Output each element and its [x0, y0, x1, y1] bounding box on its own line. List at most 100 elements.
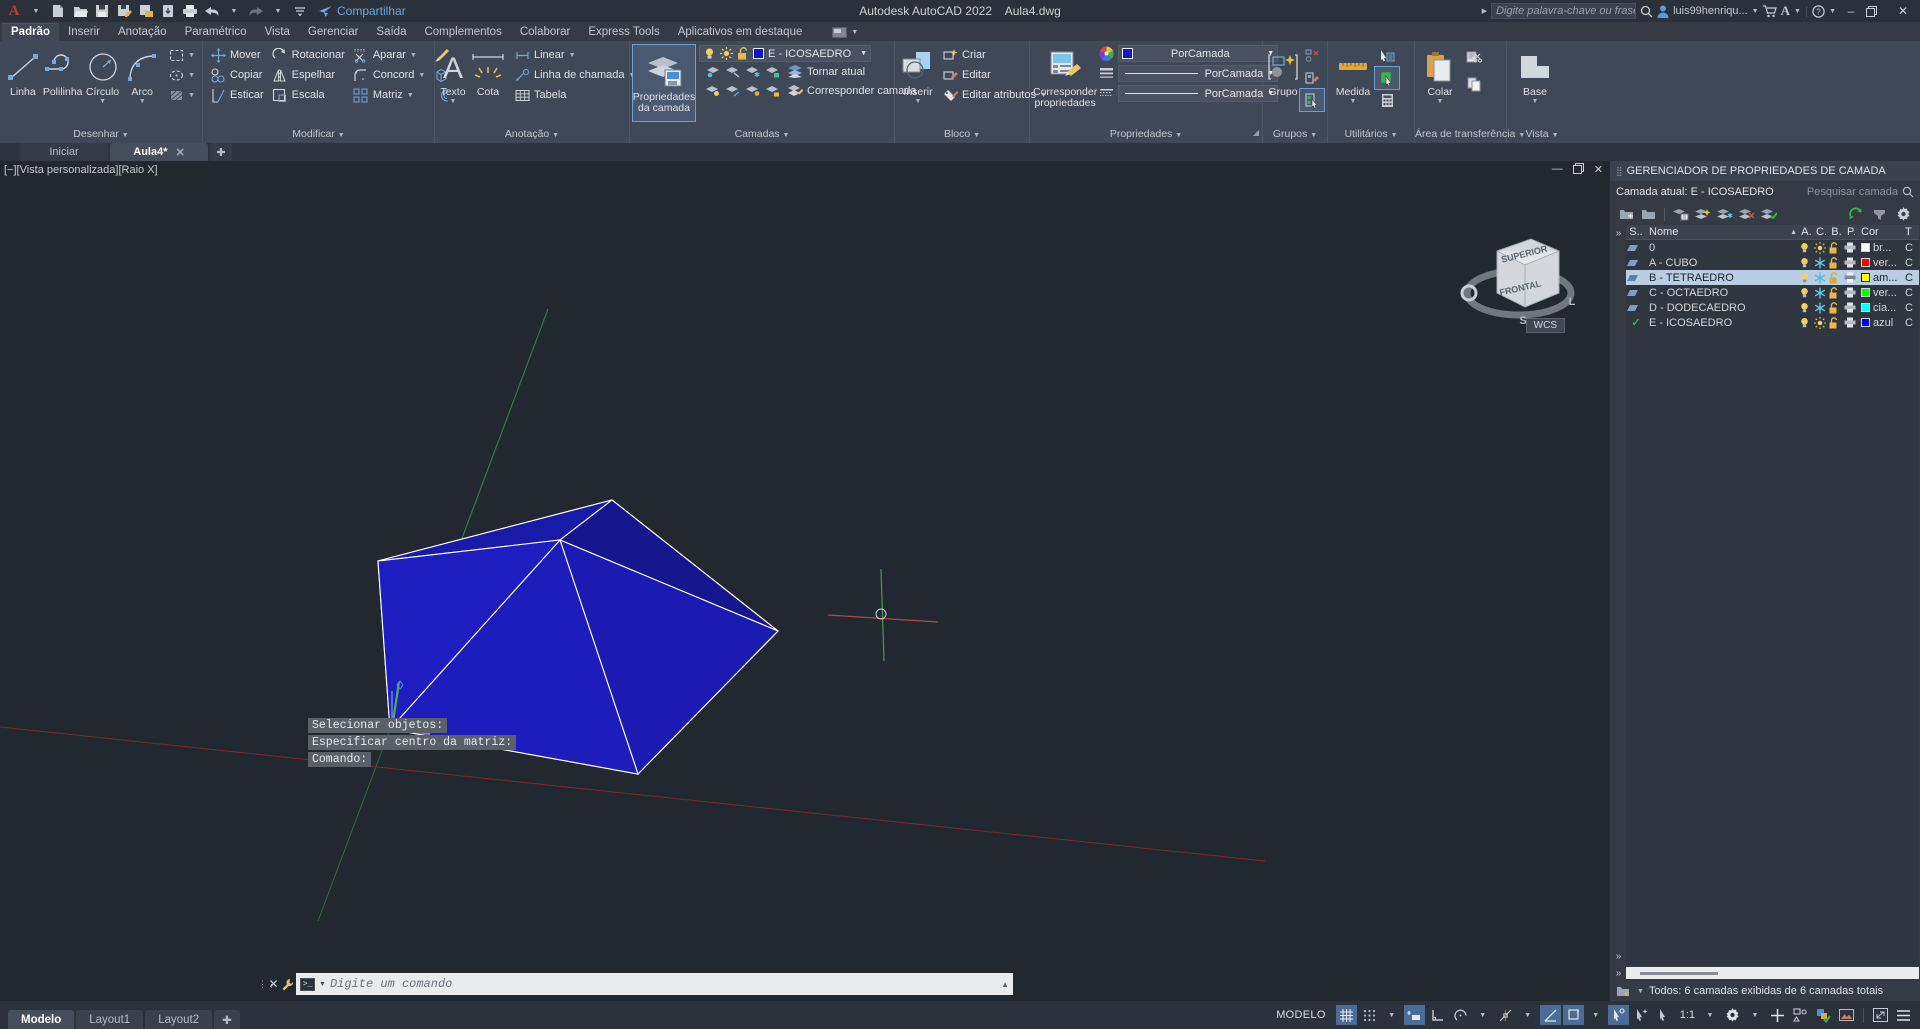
tool-mover[interactable]: Mover — [206, 45, 268, 65]
osnap-caret[interactable]: ▼ — [1518, 1005, 1538, 1025]
col-plot[interactable]: P. — [1844, 226, 1859, 238]
color-wheel-icon[interactable] — [1099, 46, 1114, 61]
search-expand-icon[interactable]: ▶ — [1482, 7, 1487, 15]
user-menu-caret[interactable]: ▼ — [1752, 8, 1759, 15]
tool-arco[interactable]: Arco ▼ — [122, 45, 162, 107]
viewport-close-icon[interactable]: ✕ — [1594, 163, 1603, 176]
panel-name-vista[interactable]: Vista ▼ — [1507, 126, 1577, 143]
command-history-caret[interactable]: ▼ — [319, 981, 326, 988]
tool-colar-caret[interactable]: ▼ — [1437, 98, 1444, 105]
layer-on-toggle[interactable] — [1799, 257, 1814, 269]
layer-unlock-icon[interactable] — [737, 47, 749, 60]
col-linetype[interactable]: T — [1905, 226, 1919, 238]
layer-on-toggle[interactable] — [1799, 287, 1814, 299]
help-menu-caret[interactable]: ▼ — [1829, 8, 1836, 15]
command-line-close-icon[interactable]: ✕ — [266, 977, 281, 991]
ribbon-tab-anotacao[interactable]: Anotação — [109, 24, 176, 41]
ribbon-tab-inserir[interactable]: Inserir — [59, 24, 109, 41]
table-row[interactable]: ✓ E - ICOSAEDRO azul C — [1626, 315, 1919, 330]
tool-texto[interactable]: A Texto ▼ — [438, 45, 468, 107]
layer-off-icon[interactable] — [723, 62, 743, 82]
col-name[interactable]: Nome ▲ — [1646, 226, 1799, 238]
autodesk-a-icon[interactable]: A — [1781, 3, 1790, 19]
layer-color-cell[interactable]: am... — [1859, 272, 1905, 284]
tool-espelhar[interactable]: Espelhar — [268, 65, 349, 85]
close-tab-icon[interactable]: ✕ — [176, 146, 185, 159]
layer-freeze-icon[interactable] — [743, 62, 763, 82]
user-name[interactable]: luis99henriqu... — [1673, 5, 1748, 17]
layer-color-cell[interactable]: br... — [1859, 242, 1905, 254]
table-row[interactable]: A - CUBO ver... C — [1626, 255, 1919, 270]
tool-rotacionar[interactable]: Rotacionar — [268, 45, 349, 65]
tool-grupo[interactable]: Grupo — [1266, 45, 1300, 100]
layer-unfreeze-icon[interactable] — [743, 81, 763, 101]
layer-unlock-all-icon[interactable] — [763, 81, 783, 101]
tool-calculadora[interactable] — [1375, 89, 1399, 111]
horizontal-scrollbar[interactable] — [1626, 967, 1919, 979]
settings-gear-icon[interactable] — [1895, 206, 1912, 223]
collapse-filters-chevron-icon[interactable]: » — [1616, 951, 1622, 962]
close-button[interactable]: ✕ — [1892, 4, 1914, 18]
ribbon-tab-colaborar[interactable]: Colaborar — [511, 24, 580, 41]
filter-icon[interactable] — [1616, 985, 1632, 998]
table-row[interactable]: 0 br... C — [1626, 240, 1919, 255]
new-layer-vp-frozen-icon[interactable] — [1640, 206, 1657, 223]
layer-color-cell[interactable]: ver... — [1859, 287, 1905, 299]
ribbon-tab-vista[interactable]: Vista — [256, 24, 299, 41]
drawing-status-icon[interactable] — [1813, 1005, 1834, 1025]
panel-name-camadas[interactable]: Camadas ▼ — [630, 126, 894, 143]
annotation-visibility-toggle[interactable] — [1654, 1005, 1675, 1025]
tool-circulo-caret[interactable]: ▼ — [99, 98, 106, 105]
layer-freeze-toggle[interactable] — [1814, 241, 1829, 254]
customization-menu-icon[interactable] — [1893, 1005, 1914, 1025]
tool-rectangle[interactable]: ▼ — [164, 45, 199, 65]
layer-search-icon[interactable] — [1902, 186, 1914, 198]
propriedades-dialog-launcher[interactable]: ◢ — [1253, 124, 1259, 141]
3d-object-snap-toggle[interactable] — [1539, 1005, 1561, 1025]
tool-linha[interactable]: Linha — [3, 45, 43, 100]
transparency-icon[interactable] — [1099, 86, 1114, 101]
layer-freeze-toggle[interactable] — [1814, 272, 1829, 284]
col-color[interactable]: Cor — [1859, 226, 1905, 238]
panel-name-bloco[interactable]: Bloco ▼ — [895, 126, 1029, 143]
layer-color-cell[interactable]: azul — [1859, 317, 1905, 329]
osnap-track-caret[interactable]: ▼ — [1586, 1005, 1606, 1025]
delete-layer-icon[interactable] — [1672, 206, 1689, 223]
new-layer-icon[interactable] — [1618, 206, 1635, 223]
selection-cycling-toggle[interactable] — [1631, 1005, 1652, 1025]
table-row[interactable]: B - TETRAEDRO am... C — [1626, 270, 1919, 285]
panel-name-modificar[interactable]: Modificar ▼ — [203, 126, 434, 143]
tool-editar-grupo[interactable] — [1300, 67, 1324, 89]
ribbon-tab-padrao[interactable]: Padrão — [2, 23, 59, 41]
scrollbar-thumb[interactable] — [1640, 971, 1718, 975]
layer-combo[interactable]: E - ICOSAEDRO ▼ — [699, 45, 871, 62]
layer-linetype-cell[interactable]: C — [1905, 257, 1919, 269]
layer-linetype-cell[interactable]: C — [1905, 287, 1919, 299]
layer-delete-marked-icon[interactable] — [1738, 206, 1755, 223]
layer-color-swatch[interactable] — [753, 48, 764, 59]
share-button[interactable]: Compartilhar — [318, 4, 406, 18]
object-snap-tracking-toggle[interactable] — [1562, 1005, 1584, 1025]
drawing-viewport[interactable]: [−][Vista personalizada][Raio X] — ✕ SUP… — [0, 161, 1609, 1001]
tool-tornar-atual[interactable]: Tornar atual — [699, 62, 920, 81]
qat-customize-caret[interactable] — [290, 2, 310, 20]
viewport-restore-icon[interactable] — [1572, 163, 1584, 176]
ribbon-tab-gerenciar[interactable]: Gerenciar — [299, 24, 368, 41]
table-row[interactable]: D - DODECAEDRO cia... C — [1626, 300, 1919, 315]
layer-lock-toggle[interactable] — [1829, 271, 1844, 284]
layer-linetype-cell[interactable]: C — [1905, 272, 1919, 284]
layer-states-icon[interactable] — [1716, 206, 1733, 223]
redo-caret[interactable]: ▼ — [268, 2, 288, 20]
refresh-icon[interactable] — [1847, 206, 1864, 223]
save-icon[interactable] — [92, 2, 112, 20]
layer-turn-on-icon[interactable] — [703, 81, 723, 101]
layer-on-toggle[interactable] — [1799, 242, 1814, 254]
layer-thaw-all-icon[interactable] — [723, 81, 743, 101]
layer-color-cell[interactable]: cia... — [1859, 302, 1905, 314]
new-tab-button[interactable]: ✚ — [210, 143, 232, 161]
tool-selecao-grupo[interactable] — [1299, 88, 1325, 112]
tool-area-rapida[interactable] — [1374, 66, 1400, 90]
layer-color-cell[interactable]: ver... — [1859, 257, 1905, 269]
search-icon[interactable] — [1640, 5, 1653, 18]
new-layout-button[interactable]: ✚ — [214, 1010, 240, 1029]
